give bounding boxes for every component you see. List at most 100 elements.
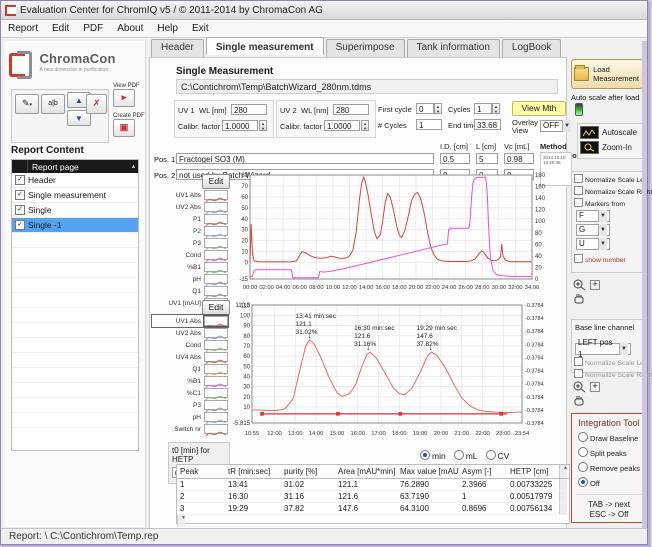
uv2-calibr-field[interactable]: 1.0000 <box>324 120 360 131</box>
peak-table-row[interactable]: 216:3031.16121.663.719010.00517979 <box>177 491 569 503</box>
menu-pdf[interactable]: PDF <box>76 22 110 35</box>
channel-item-cond[interactable]: Cond <box>152 339 228 351</box>
channel-item-uv1-abs[interactable]: UV1 Abs <box>152 315 228 327</box>
report-row-single[interactable]: ✓Single <box>12 203 138 218</box>
zoom-in-button[interactable]: Zoom-In <box>580 141 644 154</box>
marker-select-u[interactable]: U▼ <box>576 238 610 250</box>
menu-edit[interactable]: Edit <box>45 22 76 35</box>
uv1-calibr-field[interactable]: 1.0000 <box>222 120 258 131</box>
report-row-header[interactable]: ✓Header <box>12 173 138 188</box>
tab-header[interactable]: Header <box>151 39 204 57</box>
channel-item--b1[interactable]: %B1 <box>152 261 228 273</box>
normalize-right-checkbox[interactable]: Normalize Scale Right <box>574 186 646 196</box>
view-pdf-button[interactable]: ▸ <box>113 89 135 107</box>
row-checkbox[interactable]: ✓ <box>15 205 25 215</box>
magnifier-plus-icon[interactable] <box>573 279 587 291</box>
menu-report[interactable]: Report <box>1 22 45 35</box>
file-path-field[interactable]: C:\Contichrom\Temp\BatchWizard_280nm.tdm… <box>176 79 558 94</box>
analysis-chart[interactable]: 110.3110100908070605040302010-5.815-0.37… <box>230 298 564 450</box>
edit-pencil-button[interactable]: ✎▾ <box>15 94 39 114</box>
marker-select-g[interactable]: G▼ <box>576 224 610 236</box>
overview-chart[interactable]: 80706050403020100-1518016014012010080604… <box>230 170 564 300</box>
edit-channels-bottom-button[interactable]: Edit <box>202 300 230 315</box>
pos1-id-field[interactable]: 0.5 <box>440 153 470 164</box>
table-scrollbar[interactable] <box>559 491 567 502</box>
row-checkbox[interactable]: ✓ <box>15 175 25 185</box>
pos1-vc-field[interactable]: 0.98 <box>504 153 534 164</box>
marker-select-f[interactable]: F▼ <box>576 210 610 222</box>
table-scrollbar[interactable] <box>559 479 567 490</box>
pos1-field[interactable]: Fractogel SO3 (M) <box>176 153 434 164</box>
pos1-l-field[interactable]: 5 <box>476 153 498 164</box>
tab-superimpose[interactable]: Superimpose <box>326 39 405 57</box>
rename-button[interactable]: a|b <box>41 94 65 114</box>
tab-single-measurement[interactable]: Single measurement <box>206 37 324 55</box>
channel-item-p1[interactable]: P1 <box>152 213 228 225</box>
baseline-normalize-left-checkbox[interactable]: Normalize Scale Left <box>574 357 646 367</box>
create-pdf-button[interactable]: ▣ <box>113 119 135 137</box>
table-scroll-down-icon[interactable]: ▼ <box>177 515 185 526</box>
integration-option-off[interactable]: Off <box>578 477 646 488</box>
peak-table-row[interactable]: 319:2937.82147.664.31000.86960.00756134 <box>177 503 569 515</box>
uv2-wl-field[interactable]: 280 <box>333 104 369 115</box>
channel-item--c1[interactable]: %C1 <box>152 387 228 399</box>
first-cycle-field[interactable]: 0 <box>416 103 434 114</box>
row-checkbox[interactable]: ✓ <box>15 190 25 200</box>
table-scroll-up-icon[interactable]: ▲ <box>559 465 567 478</box>
channel-item-switch-nr[interactable]: Switch nr <box>152 423 228 435</box>
plus-box-icon[interactable]: + <box>590 280 600 290</box>
edit-channels-top-button[interactable]: Edit <box>202 174 230 189</box>
menu-about[interactable]: About <box>110 22 150 35</box>
uv2-calibr-spinner[interactable]: ▲▼ <box>361 120 369 131</box>
channel-item-uv4-abs[interactable]: UV4 Abs <box>152 351 228 363</box>
num-cycles-field[interactable]: 1 <box>416 119 442 130</box>
hand-icon[interactable] <box>573 293 585 304</box>
tab-logbook[interactable]: LogBook <box>502 39 561 57</box>
table-scrollbar[interactable] <box>559 503 567 514</box>
show-number-checkbox[interactable]: show number <box>574 254 646 264</box>
peak-table-row[interactable]: 113:4131.02121.176.28902.39660.00733225 <box>177 479 569 491</box>
first-cycle-spinner[interactable]: ▲▼ <box>434 103 442 114</box>
integration-option-draw-baseline[interactable]: Draw Baseline <box>578 432 646 443</box>
report-row-single-measurement[interactable]: ✓Single measurement <box>12 188 138 203</box>
row-checkbox[interactable]: ✓ <box>15 220 25 230</box>
channel-item-p2[interactable]: P2 <box>152 225 228 237</box>
load-measurement-button[interactable]: Load Measurement <box>571 59 643 89</box>
auto-scale-led[interactable] <box>575 103 583 116</box>
channel-item-uv2-abs[interactable]: UV2 Abs <box>152 201 228 213</box>
menu-exit[interactable]: Exit <box>185 22 216 35</box>
channel-item-p3[interactable]: P3 <box>152 399 228 411</box>
uv1-wl-field[interactable]: 280 <box>231 104 267 115</box>
unit-radio-ml[interactable]: mL <box>454 450 478 461</box>
overlay-view-select[interactable]: OFF▼ <box>540 120 566 132</box>
integration-option-split-peaks[interactable]: Split peaks <box>578 447 646 458</box>
unit-radio-cv[interactable]: CV <box>486 450 510 461</box>
channel-item-ph[interactable]: pH <box>152 411 228 423</box>
channel-item-ph[interactable]: pH <box>152 273 228 285</box>
channel-item--b1[interactable]: %B1 <box>152 375 228 387</box>
view-mth-button[interactable]: View Mth <box>512 101 566 116</box>
baseline-normalize-right-checkbox[interactable]: Normalize Scale Right <box>574 369 646 379</box>
baseline-channel-select[interactable]: LEFT pos 1▼ <box>575 343 631 355</box>
delete-page-button[interactable]: ✗ <box>86 94 107 114</box>
channel-item-uv2-abs[interactable]: UV2 Abs <box>152 327 228 339</box>
channel-item-p3[interactable]: P3 <box>152 237 228 249</box>
normalize-left-checkbox[interactable]: Normalize Scale Left <box>574 174 646 184</box>
cycles-spinner[interactable]: ▲▼ <box>492 103 500 114</box>
magnifier-plus-icon[interactable] <box>573 381 587 393</box>
uv1-calibr-spinner[interactable]: ▲▼ <box>259 120 267 131</box>
channel-item-uv1-abs[interactable]: UV1 Abs <box>152 189 228 201</box>
unit-radio-min[interactable]: min <box>420 450 446 461</box>
scroll-up-icon[interactable]: ▲ <box>129 164 138 170</box>
hand-icon[interactable] <box>573 395 585 406</box>
integration-option-remove-peaks[interactable]: Remove peaks <box>578 462 646 473</box>
channel-item-q1[interactable]: Q1 <box>152 285 228 297</box>
channel-item-cond[interactable]: Cond <box>152 249 228 261</box>
tab-tank-information[interactable]: Tank information <box>407 39 500 57</box>
end-time-field[interactable]: 33.68 <box>474 119 501 130</box>
report-row-single--1[interactable]: ✓Single -1 <box>12 218 138 233</box>
markers-from-checkbox[interactable]: Markers from <box>574 198 646 208</box>
menu-help[interactable]: Help <box>150 22 185 35</box>
plus-box-icon[interactable]: + <box>590 382 600 392</box>
autoscale-button[interactable]: Autoscale <box>580 126 644 139</box>
